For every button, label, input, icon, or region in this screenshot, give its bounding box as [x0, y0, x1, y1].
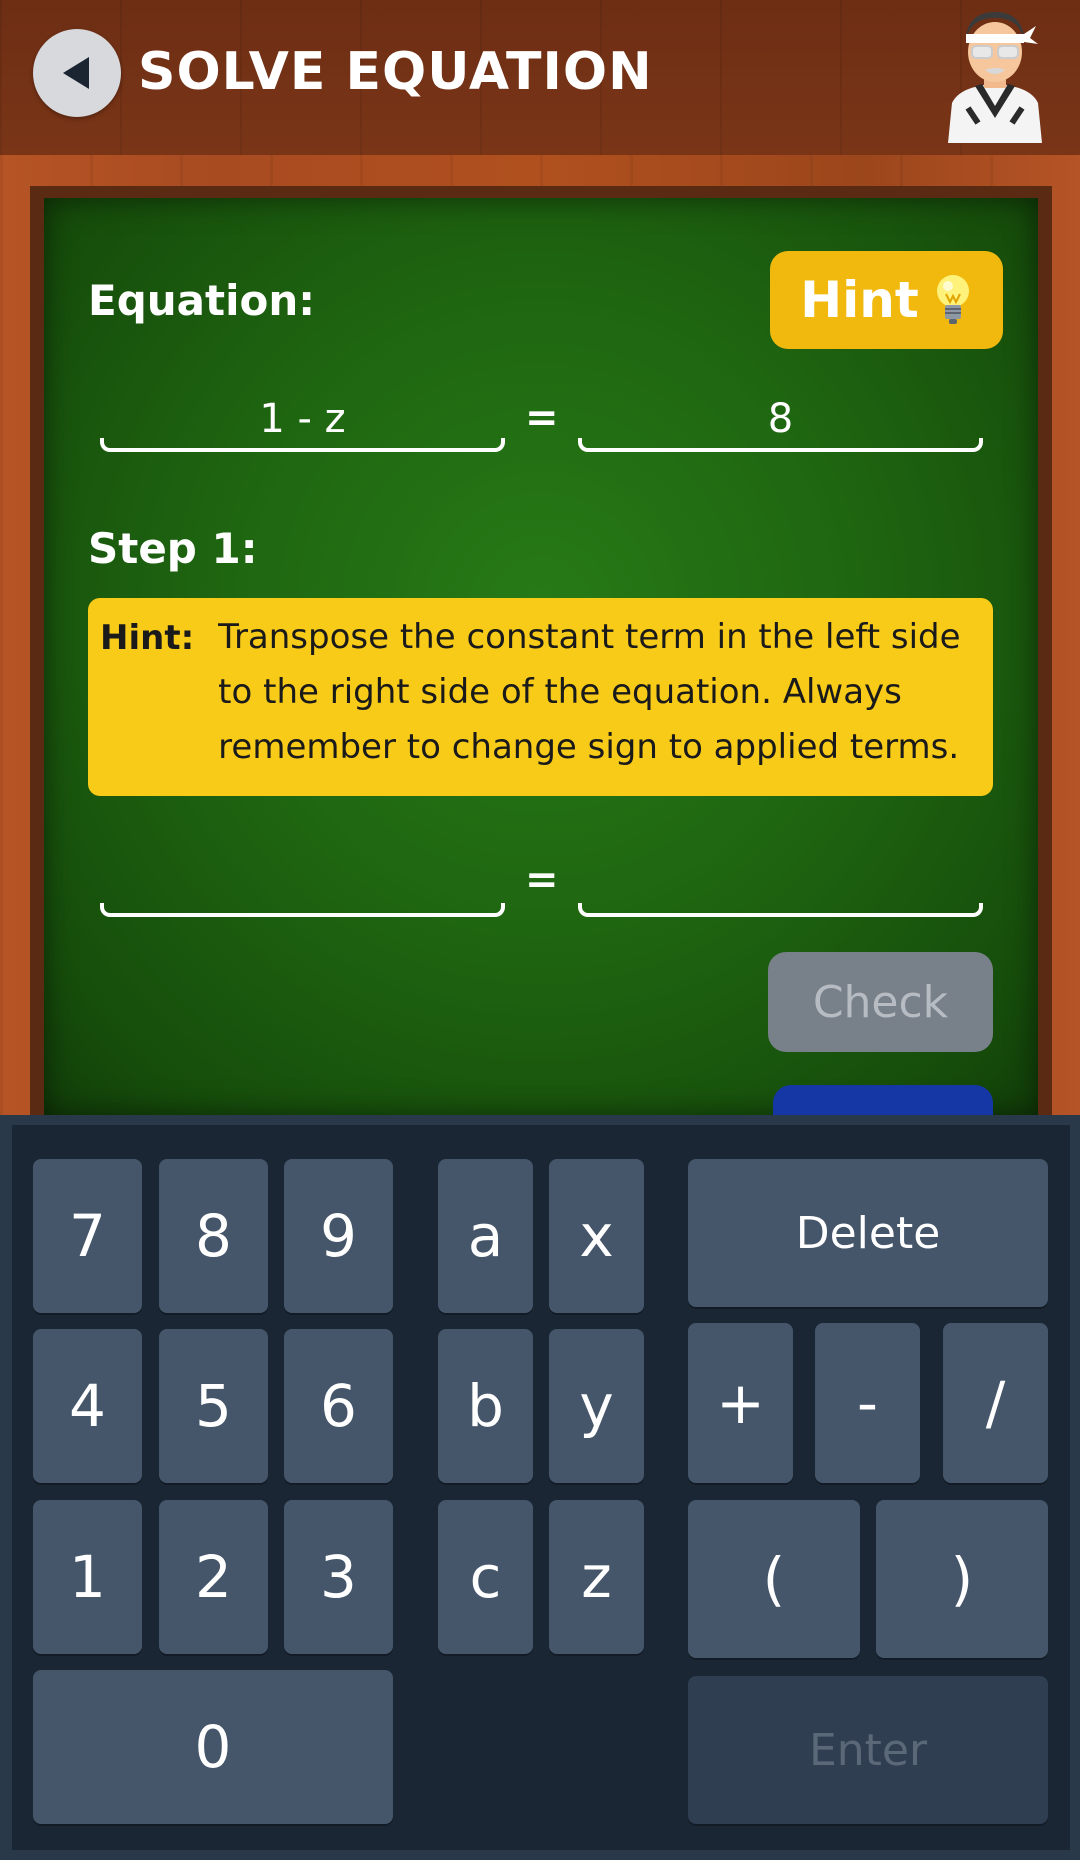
- equation-label: Equation:: [88, 276, 316, 325]
- key-5[interactable]: 5: [159, 1329, 268, 1483]
- equation-right-field: 8: [578, 392, 983, 452]
- key-6[interactable]: 6: [284, 1329, 393, 1483]
- page-title: SOLVE EQUATION: [138, 42, 653, 102]
- equation-right-value: 8: [767, 396, 794, 442]
- key-7[interactable]: 7: [33, 1159, 142, 1313]
- key-1[interactable]: 1: [33, 1500, 142, 1654]
- hint-button[interactable]: Hint: [770, 251, 1003, 349]
- key-0[interactable]: 0: [33, 1670, 393, 1824]
- hint-button-label: Hint: [800, 271, 919, 329]
- key-z[interactable]: z: [549, 1500, 644, 1654]
- key-x[interactable]: x: [549, 1159, 644, 1313]
- keypad: 7 8 9 4 5 6 1 2 3 0 a x b y c z Delete +…: [0, 1115, 1080, 1860]
- back-button[interactable]: [33, 29, 121, 117]
- key-8[interactable]: 8: [159, 1159, 268, 1313]
- check-button[interactable]: Check: [768, 952, 993, 1052]
- key-minus[interactable]: -: [815, 1323, 920, 1483]
- key-close-paren[interactable]: ): [876, 1500, 1048, 1658]
- key-slash[interactable]: /: [943, 1323, 1048, 1483]
- key-y[interactable]: y: [549, 1329, 644, 1483]
- step-right-input[interactable]: [578, 857, 983, 917]
- hint-box: Hint: Transpose the constant term in the…: [88, 598, 993, 796]
- enter-key[interactable]: Enter: [688, 1676, 1048, 1824]
- key-3[interactable]: 3: [284, 1500, 393, 1654]
- key-plus[interactable]: +: [688, 1323, 793, 1483]
- key-a[interactable]: a: [438, 1159, 533, 1313]
- lightbulb-icon: [936, 275, 969, 324]
- equation-left-field: 1 - z: [100, 392, 505, 452]
- back-arrow-icon: [63, 57, 89, 89]
- step-left-input[interactable]: [100, 857, 505, 917]
- header-bar: SOLVE EQUATION: [0, 0, 1080, 155]
- hint-text: Transpose the constant term in the left …: [218, 617, 961, 767]
- delete-key[interactable]: Delete: [688, 1159, 1048, 1307]
- step-label: Step 1:: [88, 524, 258, 573]
- step-equals-sign: =: [525, 857, 559, 903]
- key-open-paren[interactable]: (: [688, 1500, 860, 1658]
- key-b[interactable]: b: [438, 1329, 533, 1483]
- equation-equals-sign: =: [525, 395, 559, 441]
- key-c[interactable]: c: [438, 1500, 533, 1654]
- hint-heading: Hint:: [100, 618, 195, 658]
- key-2[interactable]: 2: [159, 1500, 268, 1654]
- key-4[interactable]: 4: [33, 1329, 142, 1483]
- key-9[interactable]: 9: [284, 1159, 393, 1313]
- equation-left-value: 1 - z: [259, 396, 346, 442]
- teacher-avatar-icon: [948, 12, 1042, 143]
